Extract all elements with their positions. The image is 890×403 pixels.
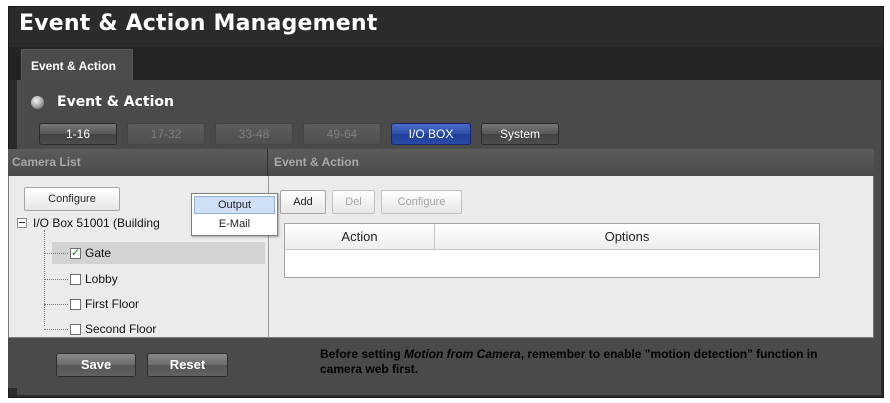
event-configure-button[interactable]: Configure: [381, 190, 462, 214]
tree-item-label: Lobby: [85, 272, 118, 286]
tree-item-label: First Floor: [85, 297, 139, 311]
configure-dropdown-menu: Output E-Mail: [191, 193, 278, 236]
note-prefix: Before setting: [320, 347, 405, 361]
filter-button-17-32[interactable]: 17-32: [127, 123, 205, 145]
camera-range-filters: 1-16 17-32 33-48 49-64 I/O BOX System: [39, 123, 559, 145]
event-action-header: Event & Action: [268, 149, 874, 176]
tree-item-gate[interactable]: Gate: [44, 242, 266, 264]
event-action-table: Action Options: [284, 223, 820, 278]
collapse-icon[interactable]: [17, 218, 27, 228]
tree-item-second-floor[interactable]: Second Floor: [44, 318, 156, 340]
menu-item-output[interactable]: Output: [194, 196, 275, 214]
note-emphasis: Motion from Camera: [404, 347, 521, 361]
bullet-icon: [31, 95, 44, 109]
menu-item-email[interactable]: E-Mail: [194, 215, 275, 233]
tab-strip: [9, 47, 883, 80]
lobby-checkbox[interactable]: [70, 273, 81, 285]
tree-branch-line: [44, 328, 68, 330]
tree-branch-line: [44, 303, 68, 305]
camera-list-header: Camera List: [8, 149, 268, 176]
app-title: Event & Action Management: [19, 11, 378, 36]
reset-button[interactable]: Reset: [147, 353, 228, 377]
tab-event-action[interactable]: Event & Action: [21, 49, 133, 80]
save-button[interactable]: Save: [56, 353, 136, 377]
camera-configure-button[interactable]: Configure: [24, 187, 120, 211]
first-floor-checkbox[interactable]: [70, 298, 81, 310]
motion-detection-note: Before setting Motion from Camera, remem…: [320, 347, 860, 377]
tree-branch-line: [44, 278, 68, 280]
filter-button-49-64[interactable]: 49-64: [303, 123, 381, 145]
tree-item-lobby[interactable]: Lobby: [44, 268, 118, 290]
tree-root-io-box[interactable]: I/O Box 51001 (Building: [17, 216, 160, 230]
del-button[interactable]: Del: [332, 190, 375, 214]
filter-button-system[interactable]: System: [481, 123, 559, 145]
gate-checkbox[interactable]: [70, 246, 81, 259]
add-button[interactable]: Add: [280, 190, 326, 214]
second-floor-checkbox[interactable]: [70, 323, 81, 335]
tree-item-label: Second Floor: [85, 322, 157, 336]
section-title: Event & Action: [57, 94, 175, 110]
filter-button-io-box[interactable]: I/O BOX: [391, 123, 471, 145]
tree-item-first-floor[interactable]: First Floor: [44, 293, 139, 315]
column-header-action: Action: [285, 224, 435, 250]
filter-button-1-16[interactable]: 1-16: [39, 123, 117, 145]
tree-root-label: I/O Box 51001 (Building: [33, 216, 160, 230]
tree-item-label: Gate: [85, 246, 112, 260]
tree-branch-line: [44, 252, 68, 254]
filter-button-33-48[interactable]: 33-48: [215, 123, 293, 145]
column-header-options: Options: [435, 224, 819, 250]
section-header: Event & Action: [31, 92, 174, 112]
